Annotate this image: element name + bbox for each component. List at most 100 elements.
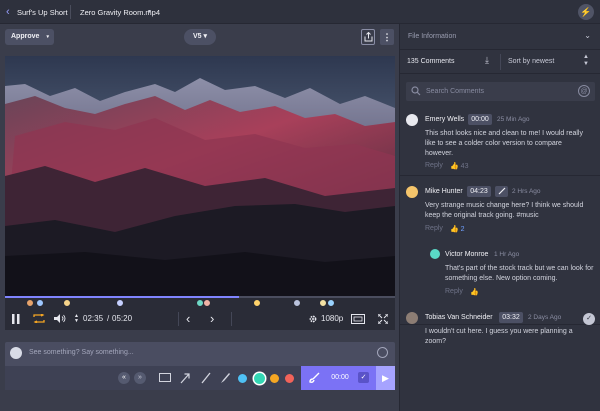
avatar <box>10 347 22 359</box>
comment-author: Mike Hunter <box>425 188 463 195</box>
approve-dropdown[interactable]: Approve ▾ <box>5 29 54 45</box>
color-swatch-teal[interactable] <box>254 373 265 384</box>
comment-marker[interactable] <box>253 299 261 307</box>
approve-label: Approve <box>11 33 40 40</box>
search-comments[interactable]: Search Comments @ <box>406 82 595 101</box>
next-frame-button[interactable]: › <box>210 308 214 330</box>
comment-marker[interactable] <box>319 299 327 307</box>
thumbs-up-icon: 👍 <box>450 226 459 233</box>
download-icon[interactable]: ⤓ <box>485 55 489 66</box>
bolt-icon[interactable]: ⚡ <box>578 4 594 20</box>
comment-author: Victor Monroe <box>445 251 489 258</box>
annotation-icon[interactable] <box>495 186 508 197</box>
pause-button[interactable] <box>12 308 20 330</box>
arrow-tool-icon[interactable] <box>180 372 190 384</box>
comment-marker[interactable] <box>63 299 71 307</box>
comment-time: 2 Days Ago <box>528 314 562 321</box>
send-button[interactable]: ▶ <box>376 366 395 390</box>
volume-icon <box>54 314 66 324</box>
video-player[interactable] <box>5 56 395 296</box>
reply-link[interactable]: Reply <box>425 225 443 232</box>
color-swatch-red[interactable] <box>285 374 294 383</box>
theater-mode-button[interactable] <box>351 308 365 330</box>
previous-frame-button[interactable]: ‹ <box>186 308 190 330</box>
version-dropdown[interactable]: V5 ▾ <box>184 29 216 45</box>
like-button[interactable]: 👍 <box>470 288 479 296</box>
divider <box>400 175 600 176</box>
composer-timecode: 00:00 <box>331 374 349 381</box>
share-button[interactable] <box>361 29 375 45</box>
like-number: 2 <box>460 226 465 233</box>
like-count[interactable]: 👍 2 <box>450 225 465 233</box>
comment-marker[interactable] <box>203 299 211 307</box>
timeline-scrubber[interactable] <box>5 296 395 308</box>
sort-toggle-icon[interactable]: ▲ ▼ <box>583 54 589 68</box>
color-swatch-orange[interactable] <box>270 374 279 383</box>
theater-mode-icon <box>351 313 365 324</box>
color-swatch-blue[interactable] <box>238 374 247 383</box>
rewind-icon[interactable]: « <box>118 372 130 384</box>
like-count[interactable]: 👍 43 <box>450 162 468 170</box>
resolve-check-icon[interactable]: ✓ <box>583 313 595 325</box>
timecode-toggle[interactable]: 00:00 ✓ <box>301 366 376 390</box>
thumbs-up-icon: 👍 <box>470 289 479 296</box>
comment-marker[interactable] <box>26 299 34 307</box>
pen-icon <box>221 373 230 383</box>
avatar <box>430 249 440 259</box>
mention-icon[interactable]: @ <box>578 85 590 97</box>
reply-link[interactable]: Reply <box>445 288 463 295</box>
comment-time: 1 Hr Ago <box>494 251 520 258</box>
comment-author: Emery Wells <box>425 116 465 123</box>
thumbs-up-icon: 👍 <box>450 163 459 170</box>
pen-tool-icon[interactable] <box>220 372 230 384</box>
more-options-button[interactable]: ⋮ <box>380 29 394 45</box>
comment-timecode[interactable]: 04:23 <box>467 186 491 197</box>
fullscreen-button[interactable] <box>377 308 389 330</box>
comment-marker[interactable] <box>36 299 44 307</box>
divider <box>231 312 232 326</box>
file-information-header[interactable]: File Information ⌄ <box>400 24 600 50</box>
sort-dropdown[interactable]: Sort by newest <box>508 58 554 65</box>
project-name[interactable]: Surf's Up Short <box>17 8 68 17</box>
time-current: 02:35 <box>83 314 104 323</box>
loop-button[interactable] <box>33 308 45 330</box>
comment-timecode[interactable]: 03:32 <box>499 312 523 323</box>
avatar <box>406 186 418 198</box>
file-dropdown-icon[interactable]: ▾ <box>148 8 151 15</box>
comment-author: Tobias Van Schneider <box>425 314 493 321</box>
comment-body: Very strange music change here? I think … <box>425 202 584 219</box>
volume-button[interactable] <box>54 308 66 330</box>
player-controls: ▲ ▼ 02:35 / 05:20 ‹ › 1080p <box>5 308 395 330</box>
emoji-icon[interactable] <box>377 347 388 358</box>
section-title: File Information <box>408 33 457 40</box>
viewer: Approve ▾ V5 ▾ ⋮ ▲ ▼ 02:35 / 05:20 ‹ › 1… <box>0 24 399 411</box>
comment-marker[interactable] <box>327 299 335 307</box>
comment-composer: See something? Say something... « » 00:0… <box>5 342 395 390</box>
comment: Emery Wells 00:00 25 Min Ago This shot l… <box>400 114 600 174</box>
fullscreen-icon <box>377 313 389 325</box>
breadcrumb-divider <box>70 5 71 19</box>
comment: Tobias Van Schneider 03:32 2 Days Ago I … <box>400 312 600 372</box>
avatar <box>406 114 418 126</box>
video-frame <box>5 56 395 296</box>
frame-stepper-icon[interactable]: ▲ ▼ <box>74 314 79 324</box>
comments-toolbar: 135 Comments ⤓ Sort by newest ▲ ▼ <box>400 50 600 74</box>
comment-time: 2 Hrs Ago <box>512 188 541 195</box>
search-input[interactable]: Search Comments <box>426 88 484 95</box>
back-icon[interactable]: ‹ <box>6 6 10 18</box>
comment-body: This shot looks nice and clean to me! I … <box>425 130 583 157</box>
comment-input[interactable]: See something? Say something... <box>29 349 134 356</box>
rectangle-tool-icon[interactable] <box>159 373 171 382</box>
quality-selector[interactable]: 1080p <box>321 308 343 330</box>
forward-icon[interactable]: » <box>134 372 146 384</box>
reply-link[interactable]: Reply <box>425 162 443 169</box>
avatar <box>406 312 418 324</box>
comment-marker[interactable] <box>293 299 301 307</box>
comment-marker[interactable] <box>116 299 124 307</box>
gear-icon[interactable] <box>309 308 317 330</box>
chevron-down-icon[interactable]: ⌄ <box>584 31 591 40</box>
brush-icon[interactable] <box>308 372 320 386</box>
checkbox-icon[interactable]: ✓ <box>358 372 369 383</box>
comment-timecode[interactable]: 00:00 <box>468 114 492 125</box>
line-tool-icon[interactable] <box>201 372 211 384</box>
